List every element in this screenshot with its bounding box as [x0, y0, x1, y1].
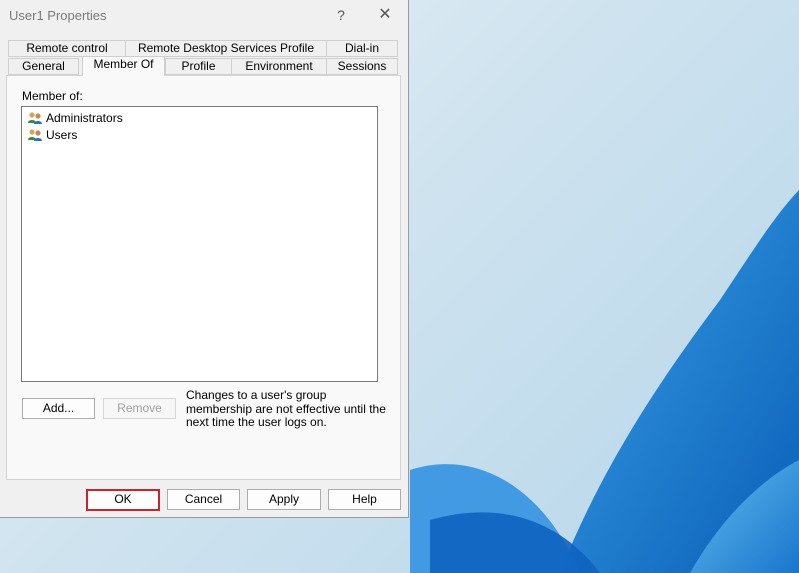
tab-sessions[interactable]: Sessions	[326, 58, 398, 75]
remove-button[interactable]: Remove	[103, 398, 176, 419]
user-properties-dialog: User1 Properties ? ✕ Remote control Remo…	[0, 0, 409, 518]
dialog-title: User1 Properties	[9, 8, 107, 23]
tab-dial-in[interactable]: Dial-in	[326, 40, 398, 57]
tab-general[interactable]: General	[8, 58, 79, 75]
group-name: Administrators	[46, 111, 123, 125]
member-of-label: Member of:	[22, 89, 83, 103]
membership-note: Changes to a user's group membership are…	[186, 388, 386, 429]
title-bar: User1 Properties ? ✕	[0, 0, 408, 30]
group-icon	[27, 128, 43, 142]
ok-button[interactable]: OK	[86, 489, 160, 511]
tab-profile[interactable]: Profile	[165, 58, 232, 75]
list-item[interactable]: Administrators	[27, 110, 123, 126]
list-item[interactable]: Users	[27, 127, 77, 143]
apply-button[interactable]: Apply	[247, 489, 321, 510]
tab-environment[interactable]: Environment	[231, 58, 327, 75]
cancel-button[interactable]: Cancel	[167, 489, 240, 510]
member-of-listbox[interactable]: Administrators Users	[21, 106, 378, 382]
group-icon	[27, 111, 43, 125]
help-button[interactable]: Help	[328, 489, 401, 510]
group-name: Users	[46, 128, 78, 142]
tab-member-of[interactable]: Member Of	[82, 56, 165, 76]
tab-remote-control[interactable]: Remote control	[8, 40, 126, 57]
add-button[interactable]: Add...	[22, 398, 95, 419]
help-icon[interactable]: ?	[326, 3, 356, 27]
close-icon[interactable]: ✕	[370, 3, 400, 27]
tab-remote-desktop-services-profile[interactable]: Remote Desktop Services Profile	[125, 40, 327, 57]
